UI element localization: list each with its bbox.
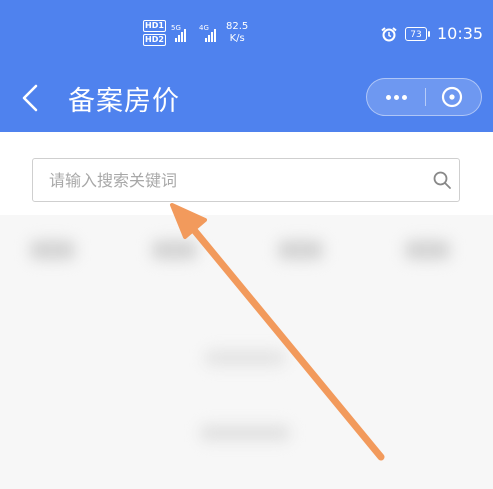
status-bar: HD1 HD2 5G 4G 82.5 K/s 73 10:35 (0, 0, 493, 70)
signal-bars-1-icon (175, 26, 186, 42)
blurred-placeholder (200, 425, 290, 441)
more-button[interactable] (367, 79, 425, 115)
blurred-tab (152, 240, 197, 260)
loading-content (0, 215, 493, 489)
blurred-tab (405, 240, 450, 260)
search-icon[interactable] (432, 170, 452, 190)
back-button[interactable] (14, 80, 48, 116)
battery-indicator: 73 (405, 27, 427, 41)
alarm-clock-icon (381, 27, 397, 42)
signal-bars-2-icon (205, 26, 216, 42)
close-circle-icon (441, 86, 463, 108)
blurred-placeholder (205, 350, 285, 366)
battery-tip (428, 31, 430, 37)
more-dot-icon (402, 95, 407, 100)
chevron-left-icon (22, 84, 38, 112)
search-box (32, 158, 460, 202)
hd-badge-1: HD1 (143, 20, 166, 32)
mini-program-capsule (366, 78, 482, 116)
status-time: 10:35 (437, 24, 484, 43)
search-input[interactable] (32, 158, 460, 202)
network-speed: 82.5 K/s (226, 21, 249, 44)
blurred-tab (30, 240, 75, 260)
close-button[interactable] (426, 79, 482, 115)
hd-badge-2: HD2 (143, 34, 166, 46)
more-dot-icon (394, 95, 399, 100)
blurred-tab (278, 240, 323, 260)
app-header: HD1 HD2 5G 4G 82.5 K/s 73 10:35 备案房价 (0, 0, 493, 132)
more-dot-icon (386, 95, 391, 100)
page-title: 备案房价 (68, 86, 180, 117)
